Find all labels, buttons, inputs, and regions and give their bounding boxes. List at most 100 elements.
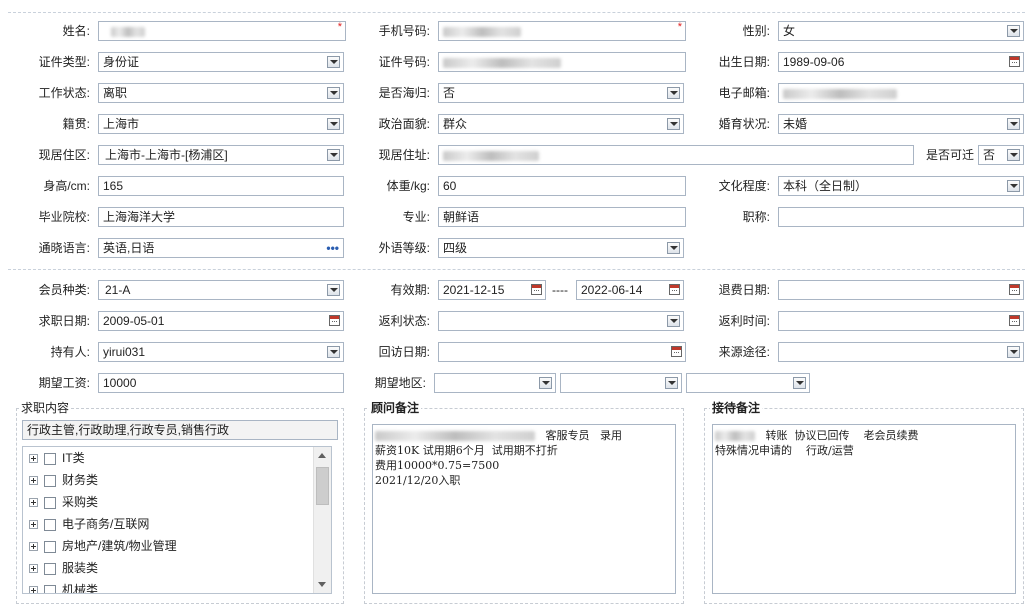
refund-date-field[interactable]	[778, 280, 1024, 300]
calendar-icon[interactable]	[1009, 284, 1020, 295]
tree-item[interactable]: 服装类	[29, 557, 98, 579]
calendar-icon[interactable]	[671, 346, 682, 357]
validity-end-field[interactable]: 2022-06-14	[576, 280, 684, 300]
title-field[interactable]	[778, 207, 1024, 227]
rebate-time-field[interactable]	[778, 311, 1024, 331]
languages-field[interactable]: 英语,日语 •••	[98, 238, 344, 258]
tree-item[interactable]: 机械类	[29, 579, 98, 593]
category-tree[interactable]: IT类 财务类 采购类 电子商务/互联网 房地产/建筑/物业管理 服装类 机械类	[22, 446, 332, 594]
checkbox[interactable]	[44, 452, 56, 465]
marital-select[interactable]: 未婚	[778, 114, 1024, 134]
region-district-select[interactable]	[686, 373, 810, 393]
idno-field[interactable]	[438, 52, 686, 72]
chevron-down-icon[interactable]	[327, 87, 340, 99]
calendar-icon[interactable]	[1009, 315, 1020, 326]
relocate-select[interactable]: 否	[978, 145, 1024, 165]
job-content-selected[interactable]: 行政主管,行政助理,行政专员,销售行政	[22, 420, 338, 440]
chevron-down-icon[interactable]	[667, 87, 680, 99]
validity-start-value: 2021-12-15	[443, 283, 505, 297]
checkbox[interactable]	[44, 518, 56, 531]
residence-label: 现居住区:	[38, 148, 90, 162]
chevron-down-icon[interactable]	[327, 56, 340, 68]
political-select[interactable]: 群众	[438, 114, 684, 134]
gender-select[interactable]: 女	[778, 21, 1024, 41]
source-select[interactable]	[778, 342, 1024, 362]
advisor-notes-textarea[interactable]: 客服专员 录用 薪资10K 试用期6个月 试用期不打折 费用10000*0.75=7…	[372, 424, 676, 594]
checkbox[interactable]	[44, 584, 56, 593]
calendar-icon[interactable]	[329, 315, 340, 326]
scroll-up-icon[interactable]	[318, 453, 326, 458]
chevron-down-icon[interactable]	[667, 242, 680, 254]
checkbox[interactable]	[44, 540, 56, 553]
expand-icon[interactable]	[29, 520, 38, 530]
expand-icon[interactable]	[29, 586, 38, 593]
school-field[interactable]: 上海海洋大学	[98, 207, 344, 227]
birth-label: 出生日期:	[718, 55, 770, 69]
calendar-icon[interactable]	[669, 284, 680, 295]
checkbox[interactable]	[44, 474, 56, 487]
name-field[interactable]: *	[98, 21, 346, 41]
foreignlevel-select[interactable]: 四级	[438, 238, 684, 258]
expand-icon[interactable]	[29, 542, 38, 552]
chevron-down-icon[interactable]	[793, 377, 806, 389]
tree-item[interactable]: IT类	[29, 447, 85, 469]
tree-item[interactable]: 房地产/建筑/物业管理	[29, 535, 177, 557]
member-type-select[interactable]: 21-A	[98, 280, 344, 300]
expand-icon[interactable]	[29, 454, 38, 464]
workstatus-select[interactable]: 离职	[98, 83, 344, 103]
idtype-select[interactable]: 身份证	[98, 52, 344, 72]
chevron-down-icon[interactable]	[1007, 25, 1020, 37]
address-field[interactable]	[438, 145, 914, 165]
more-icon[interactable]: •••	[326, 240, 339, 256]
chevron-down-icon[interactable]	[1007, 149, 1020, 161]
address-label: 现居住址:	[378, 148, 430, 162]
returnee-select[interactable]: 否	[438, 83, 684, 103]
weight-field[interactable]: 60	[438, 176, 686, 196]
birth-date-field[interactable]: 1989-09-06	[778, 52, 1024, 72]
idno-label: 证件号码:	[378, 55, 430, 69]
calendar-icon[interactable]	[531, 284, 542, 295]
calendar-icon[interactable]	[1009, 56, 1020, 67]
salary-field[interactable]: 10000	[98, 373, 344, 393]
education-select[interactable]: 本科（全日制）	[778, 176, 1024, 196]
expand-icon[interactable]	[29, 564, 38, 574]
scroll-thumb[interactable]	[316, 467, 329, 505]
expand-icon[interactable]	[29, 498, 38, 508]
chevron-down-icon[interactable]	[1007, 346, 1020, 358]
phone-field[interactable]: *	[438, 21, 686, 41]
chevron-down-icon[interactable]	[539, 377, 552, 389]
scroll-down-icon[interactable]	[318, 582, 326, 587]
holder-select[interactable]: yirui031	[98, 342, 344, 362]
tree-item[interactable]: 采购类	[29, 491, 98, 513]
tree-item[interactable]: 财务类	[29, 469, 98, 491]
chevron-down-icon[interactable]	[1007, 180, 1020, 192]
native-select[interactable]: 上海市	[98, 114, 344, 134]
expand-icon[interactable]	[29, 476, 38, 486]
chevron-down-icon[interactable]	[1007, 118, 1020, 130]
residence-value: 上海市-上海市-[杨浦区]	[105, 148, 228, 162]
tree-scrollbar[interactable]	[313, 447, 331, 593]
validity-start-field[interactable]: 2021-12-15	[438, 280, 546, 300]
chevron-down-icon[interactable]	[327, 346, 340, 358]
checkbox[interactable]	[44, 562, 56, 575]
chevron-down-icon[interactable]	[667, 118, 680, 130]
height-field[interactable]: 165	[98, 176, 344, 196]
tree-item[interactable]: 电子商务/互联网	[29, 513, 149, 535]
chevron-down-icon[interactable]	[665, 377, 678, 389]
school-label: 毕业院校:	[38, 210, 90, 224]
residence-select[interactable]: 上海市-上海市-[杨浦区]	[98, 145, 344, 165]
jobseek-date-field[interactable]: 2009-05-01	[98, 311, 344, 331]
reception-notes-textarea[interactable]: 转账 协议已回传 老会员续费 特殊情况申请的 行政/运营	[712, 424, 1016, 594]
chevron-down-icon[interactable]	[327, 284, 340, 296]
region-province-select[interactable]	[434, 373, 556, 393]
major-field[interactable]: 朝鲜语	[438, 207, 686, 227]
chevron-down-icon[interactable]	[327, 118, 340, 130]
chevron-down-icon[interactable]	[327, 149, 340, 161]
revisit-date-field[interactable]	[438, 342, 686, 362]
region-city-select[interactable]	[560, 373, 682, 393]
checkbox[interactable]	[44, 496, 56, 509]
rebate-status-select[interactable]	[438, 311, 684, 331]
email-field[interactable]	[778, 83, 1024, 103]
advisor-note-line4: 2021/12/20入职	[375, 474, 461, 487]
chevron-down-icon[interactable]	[667, 315, 680, 327]
